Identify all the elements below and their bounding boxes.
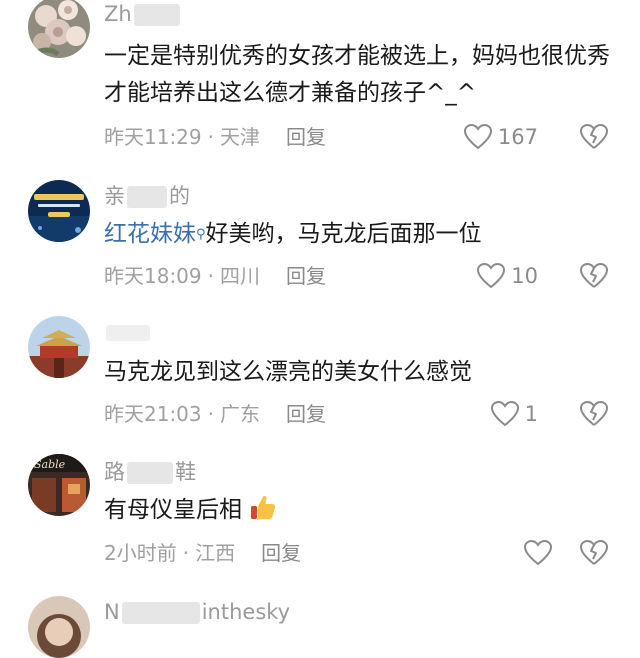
heart-icon <box>477 263 506 289</box>
avatar[interactable] <box>28 180 90 242</box>
broken-heart-icon <box>580 263 608 288</box>
username[interactable] <box>104 320 152 344</box>
search-icon[interactable]: ⚲ <box>196 227 206 242</box>
dot-separator: · <box>207 125 214 149</box>
reply-to-user[interactable]: 红花妹妹 <box>104 221 196 247</box>
reply-button[interactable]: 回复 <box>261 541 301 565</box>
broken-heart-icon <box>580 401 608 426</box>
like-button[interactable]: 10 <box>477 263 538 289</box>
username[interactable]: 亲的 <box>104 184 190 208</box>
reply-button[interactable]: 回复 <box>286 125 326 149</box>
avatar[interactable]: Sable <box>28 454 90 516</box>
like-button[interactable]: 167 <box>463 124 538 150</box>
avatar[interactable] <box>28 0 90 58</box>
comment-location: 江西 <box>195 541 236 565</box>
username[interactable]: Zh <box>104 2 182 26</box>
comment-meta: 昨天21:03 · 广东 回复 <box>104 401 326 427</box>
dislike-button[interactable] <box>580 124 608 154</box>
reply-button[interactable]: 回复 <box>286 264 326 288</box>
reply-button[interactable]: 回复 <box>286 402 326 426</box>
comment-meta: 2小时前 · 江西 回复 <box>104 540 301 566</box>
username-text-end[interactable]: inthesky <box>202 600 290 624</box>
like-button[interactable]: 1 <box>490 401 538 427</box>
username[interactable]: 路鞋 <box>104 460 196 484</box>
username-text[interactable]: 亲 <box>104 184 125 208</box>
comment-meta: 昨天18:09 · 四川 回复 <box>104 263 326 289</box>
comment-time: 昨天18:09 <box>104 264 202 288</box>
heart-icon <box>524 540 552 566</box>
heart-icon <box>490 401 519 427</box>
heart-icon <box>463 124 492 150</box>
comment-text: 红花妹妹⚲好美哟，马克龙后面那一位 <box>104 216 610 253</box>
like-button[interactable] <box>524 540 552 566</box>
username-text-end[interactable]: 的 <box>169 184 190 208</box>
comment-text: 有母仪皇后相 <box>104 492 610 529</box>
dislike-button[interactable] <box>580 540 608 570</box>
dislike-button[interactable] <box>580 263 608 293</box>
username-text-end[interactable]: 鞋 <box>175 460 196 484</box>
username-blur <box>121 602 200 624</box>
comment-body: 好美哟，马克龙后面那一位 <box>205 221 482 247</box>
broken-heart-icon <box>580 540 608 565</box>
comment-time: 2小时前 <box>104 541 177 565</box>
dot-separator: · <box>182 541 190 565</box>
comment-text: 一定是特别优秀的女孩才能被选上，妈妈也很优秀才能培养出这么德才兼备的孩子^_^ <box>104 43 610 106</box>
comment-text: 马克龙见到这么漂亮的美女什么感觉 <box>104 359 472 385</box>
comment-meta: 昨天11:29 · 天津 回复 <box>104 124 326 150</box>
comment-location: 天津 <box>220 125 260 149</box>
comment-body: 有母仪皇后相 <box>104 497 242 523</box>
thumbs-up-icon <box>251 495 276 519</box>
dot-separator: · <box>207 402 214 426</box>
like-count: 1 <box>524 402 538 426</box>
dot-separator: · <box>207 264 214 288</box>
avatar[interactable] <box>28 596 90 658</box>
avatar[interactable] <box>28 316 90 378</box>
comment-location: 四川 <box>220 264 260 288</box>
username-text[interactable]: N <box>104 600 120 624</box>
username-blur <box>127 462 173 484</box>
avatar-sign-text: Sable <box>34 458 66 471</box>
username-text[interactable]: 路 <box>104 460 125 484</box>
broken-heart-icon <box>580 124 608 149</box>
username-blur <box>133 4 180 26</box>
like-count: 167 <box>497 125 538 149</box>
comment-time: 昨天21:03 <box>104 402 202 426</box>
username-blur <box>127 186 167 208</box>
dislike-button[interactable] <box>580 401 608 431</box>
username-blur <box>106 325 150 341</box>
like-count: 10 <box>511 264 538 288</box>
username-text[interactable]: Zh <box>104 2 132 26</box>
username[interactable]: Ninthesky <box>104 600 290 624</box>
comment-location: 广东 <box>220 402 260 426</box>
comment-time: 昨天11:29 <box>104 125 202 149</box>
